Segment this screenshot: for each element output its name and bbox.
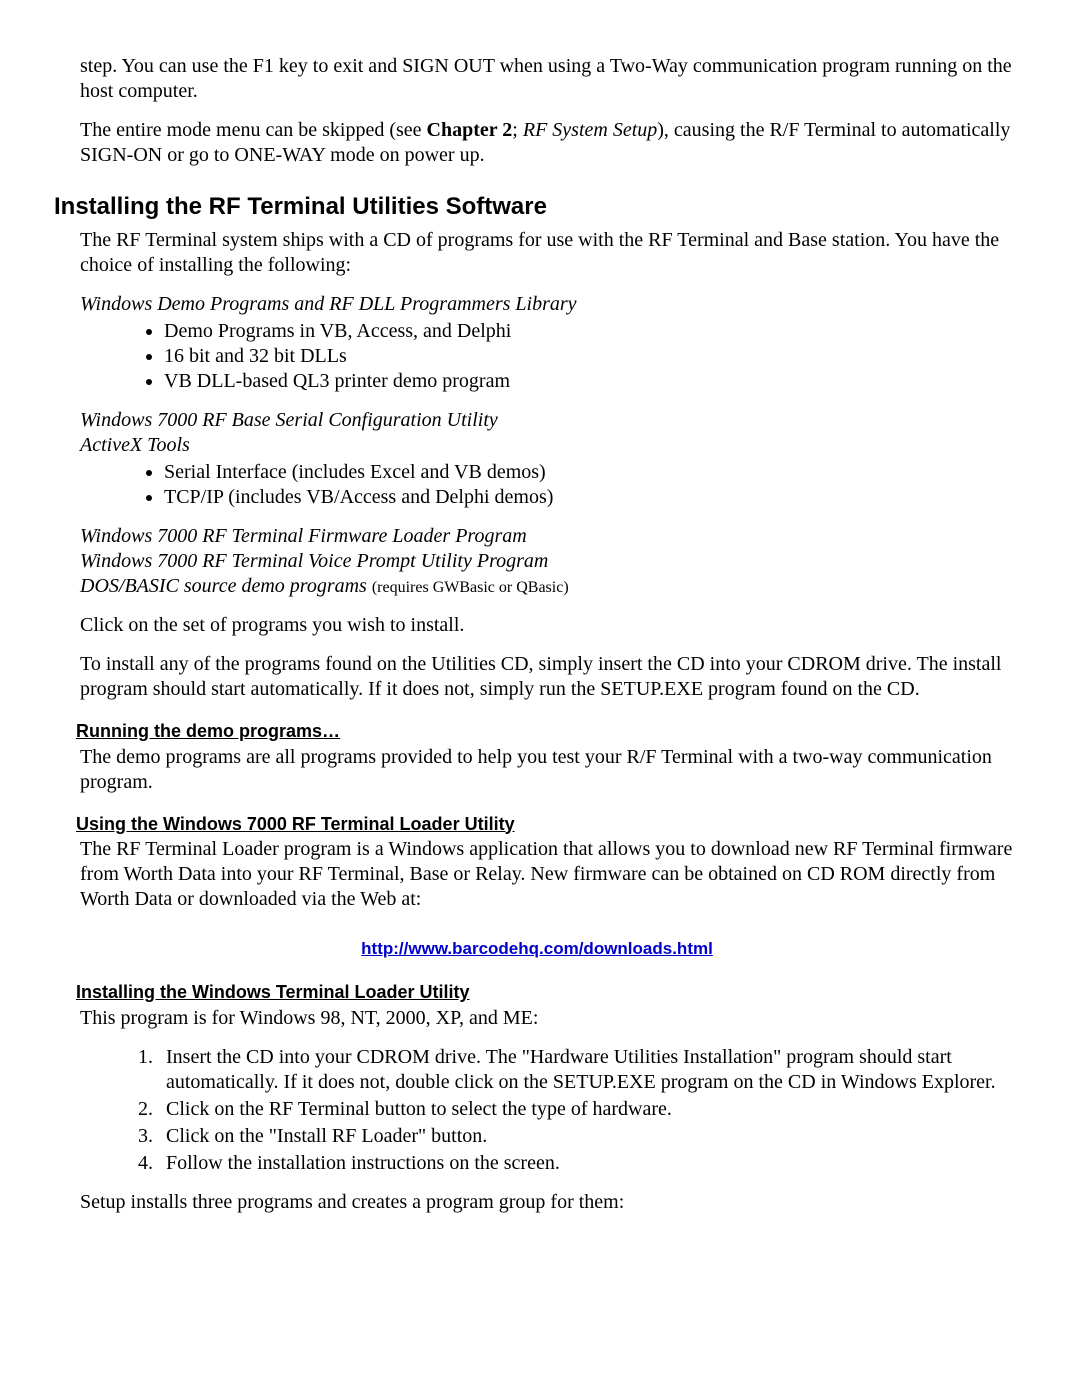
numbered-list: Insert the CD into your CDROM drive. The… [54,1045,1020,1176]
underlined-subheading: Installing the Windows Terminal Loader U… [76,981,1020,1004]
italic-subheading: Windows 7000 RF Base Serial Configuratio… [80,408,1020,433]
body-paragraph: The RF Terminal system ships with a CD o… [80,228,1020,278]
underlined-subheading: Using the Windows 7000 RF Terminal Loade… [76,813,1020,836]
italic-subheading: ActiveX Tools [80,433,1020,458]
bold-text: Chapter 2 [427,119,513,141]
list-item: Demo Programs in VB, Access, and Delphi [164,319,1020,344]
italic-line: Windows 7000 RF Terminal Voice Prompt Ut… [80,549,1020,574]
download-link-line: http://www.barcodehq.com/downloads.html [54,936,1020,961]
text-run: The entire mode menu can be skipped (see [80,119,427,141]
body-paragraph: Click on the set of programs you wish to… [80,613,1020,638]
list-item: TCP/IP (includes VB/Access and Delphi de… [164,485,1020,510]
body-paragraph: The entire mode menu can be skipped (see… [80,118,1020,168]
list-item: Serial Interface (includes Excel and VB … [164,460,1020,485]
bullet-list: Demo Programs in VB, Access, and Delphi … [54,319,1020,394]
underlined-subheading: Running the demo programs… [76,720,1020,743]
body-paragraph: This program is for Windows 98, NT, 2000… [80,1006,1020,1031]
italic-line: Windows 7000 RF Terminal Firmware Loader… [80,524,1020,549]
list-item: Insert the CD into your CDROM drive. The… [158,1045,1020,1095]
text-run: ; [512,119,523,141]
download-link[interactable]: http://www.barcodehq.com/downloads.html [361,939,713,958]
italic-line: DOS/BASIC source demo programs (requires… [80,574,1020,599]
italic-block: Windows 7000 RF Terminal Firmware Loader… [54,524,1020,599]
list-item: 16 bit and 32 bit DLLs [164,344,1020,369]
body-paragraph: Setup installs three programs and create… [80,1190,1020,1215]
list-item: VB DLL-based QL3 printer demo program [164,369,1020,394]
bullet-list: Serial Interface (includes Excel and VB … [54,460,1020,510]
body-paragraph: The RF Terminal Loader program is a Wind… [80,837,1020,912]
list-item: Click on the "Install RF Loader" button. [158,1124,1020,1149]
italic-text: RF System Setup [523,119,657,141]
list-item: Click on the RF Terminal button to selec… [158,1097,1020,1122]
body-paragraph: To install any of the programs found on … [80,652,1020,702]
list-item: Follow the installation instructions on … [158,1151,1020,1176]
text-run: DOS/BASIC source demo programs [80,575,372,597]
body-paragraph: The demo programs are all programs provi… [80,745,1020,795]
italic-subheading: Windows Demo Programs and RF DLL Program… [80,292,1020,317]
section-heading: Installing the RF Terminal Utilities Sof… [54,192,1020,222]
body-paragraph: step. You can use the F1 key to exit and… [80,54,1020,104]
small-note: (requires GWBasic or QBasic) [372,579,569,596]
